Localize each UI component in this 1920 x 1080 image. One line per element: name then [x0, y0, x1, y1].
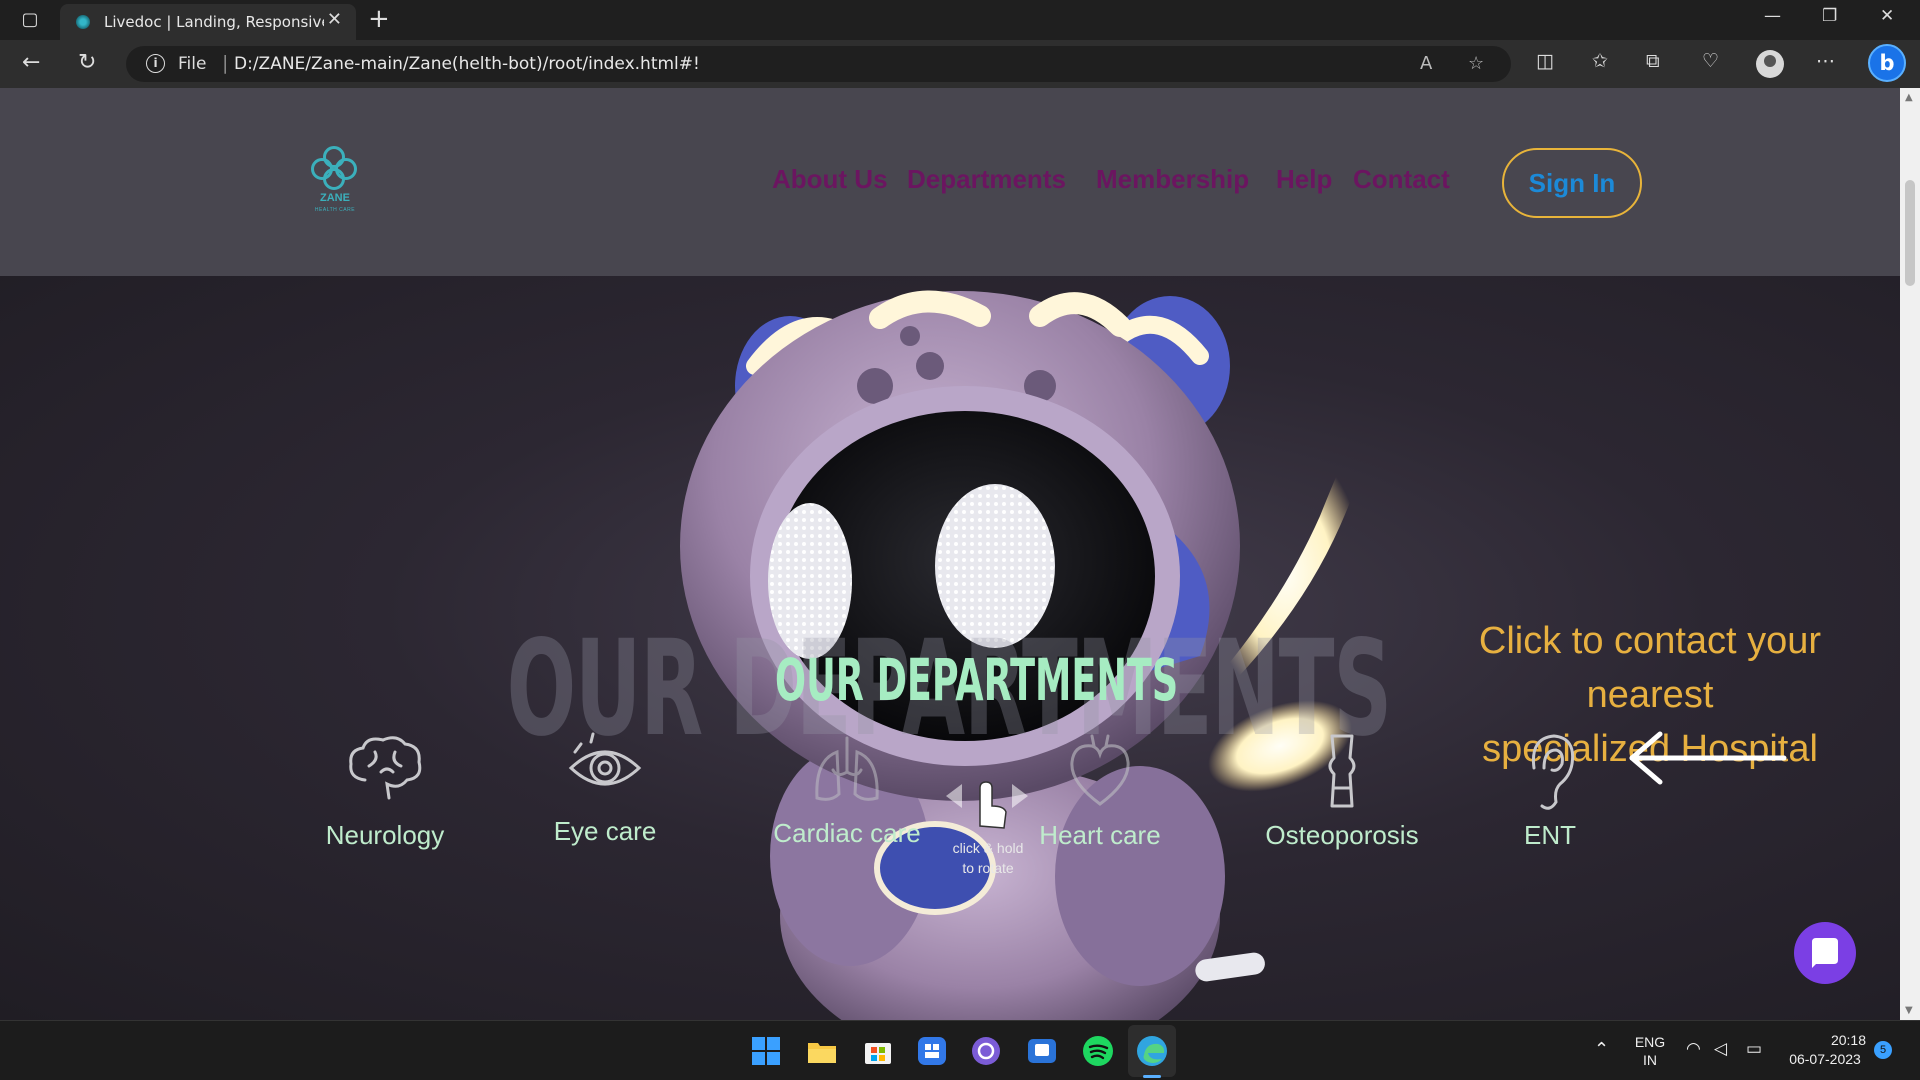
dept-osteoporosis[interactable]: Osteoporosis	[1252, 732, 1432, 851]
new-tab-icon[interactable]: +	[368, 4, 390, 34]
contact-line-1: Click to contact your	[1478, 620, 1822, 662]
nav-contact[interactable]: Contact	[1353, 164, 1450, 195]
departments-title: OUR DEPARTMENTS	[775, 646, 1179, 714]
profile-avatar[interactable]	[1756, 50, 1784, 78]
address-toolbar: ← ↻ i File | D:/ZANE/Zane-main/Zane(helt…	[0, 40, 1920, 88]
scheme-label: File	[178, 54, 207, 74]
collections-icon[interactable]: ⧉	[1646, 50, 1660, 72]
active-app-highlight	[1128, 1025, 1176, 1077]
restore-icon[interactable]: ❐	[1822, 6, 1837, 26]
ear-icon	[1531, 734, 1575, 810]
tab-bar: ▢ Livedoc | Landing, Responsive & ✕ + — …	[0, 0, 1920, 40]
chat-button[interactable]	[1794, 922, 1856, 984]
site-info-icon[interactable]: i	[146, 54, 165, 73]
volume-icon[interactable]: ◁	[1714, 1039, 1727, 1059]
favorites-icon[interactable]: ✩	[1592, 50, 1608, 72]
file-explorer-icon[interactable]	[806, 1035, 838, 1067]
rotate-hint-line-2: to rotate	[962, 860, 1014, 876]
dept-label: Heart care	[1039, 820, 1161, 850]
rotate-hint-line-1: click & hold	[952, 840, 1024, 856]
nav-departments[interactable]: Departments	[907, 164, 1066, 195]
page-scrollbar[interactable]: ▲ ▼	[1900, 88, 1920, 1020]
separator: |	[222, 52, 229, 74]
tab-livedoc[interactable]: Livedoc | Landing, Responsive & ✕	[60, 4, 356, 40]
logo-tagline: HEALTH CARE	[314, 207, 356, 213]
nav-membership[interactable]: Membership	[1096, 164, 1249, 195]
scroll-thumb[interactable]	[1905, 180, 1915, 286]
health-icon[interactable]: ♡	[1702, 50, 1719, 72]
heart-icon	[1070, 734, 1130, 806]
dept-eye-care[interactable]: Eye care	[530, 732, 680, 847]
click-hold-rotate-icon	[946, 781, 1028, 829]
departments-hero: OUR DEPARTMENTS OUR DEPARTMENTS Click to…	[0, 276, 1900, 1020]
nav-help[interactable]: Help	[1276, 164, 1332, 195]
logo-name: ZANE	[320, 192, 350, 204]
date-text: 06-07-2023	[1789, 1051, 1861, 1067]
tab-actions-icon[interactable]: ▢	[16, 8, 44, 32]
tray-overflow-icon[interactable]: ⌃	[1594, 1039, 1609, 1060]
teams-chat-icon[interactable]	[970, 1035, 1002, 1067]
bone-joint-icon	[1328, 734, 1356, 808]
dept-label: Osteoporosis	[1265, 820, 1419, 850]
reload-icon[interactable]: ↻	[78, 50, 96, 75]
minimize-icon[interactable]: —	[1764, 6, 1781, 26]
active-indicator	[1143, 1075, 1161, 1078]
left-arrow-icon	[1629, 731, 1787, 785]
bing-chat-icon[interactable]: b	[1868, 44, 1906, 82]
dept-label: Eye care	[553, 816, 657, 846]
site-header: ZANE HEALTH CARE About Us Departments Me…	[0, 88, 1900, 276]
address-bar[interactable]: i File | D:/ZANE/Zane-main/Zane(helth-bo…	[126, 46, 1511, 82]
cross-logo-icon	[311, 146, 357, 192]
notification-badge[interactable]: 5	[1874, 1041, 1892, 1059]
scroll-down-icon[interactable]: ▼	[1905, 1005, 1913, 1016]
rotate-hint: click & hold to rotate	[940, 838, 1036, 878]
dept-label: Neurology	[325, 820, 445, 850]
lang-text: ENG	[1634, 1034, 1666, 1050]
scroll-up-icon[interactable]: ▲	[1905, 92, 1913, 103]
contact-line-2: nearest	[1586, 674, 1714, 716]
region-text: IN	[1643, 1052, 1657, 1068]
close-window-icon[interactable]: ✕	[1880, 6, 1894, 26]
phone-link-icon[interactable]	[1026, 1035, 1058, 1067]
chat-bubble-icon	[1812, 938, 1838, 968]
battery-icon[interactable]: ▭	[1746, 1039, 1762, 1059]
url-text[interactable]: D:/ZANE/Zane-main/Zane(helth-bot)/root/i…	[234, 54, 700, 74]
dept-label: ENT	[1524, 820, 1576, 850]
dept-label: Cardiac care	[773, 818, 921, 848]
language-indicator[interactable]: ENG IN	[1628, 1033, 1672, 1069]
windows-taskbar: ⌃ ENG IN ◠ ◁ ▭ 20:18 06-07-2023 5	[0, 1020, 1920, 1080]
favorite-star-icon[interactable]: ☆	[1468, 53, 1484, 74]
back-icon[interactable]: ←	[22, 50, 40, 75]
lungs-icon	[815, 736, 879, 801]
tab-title: Livedoc | Landing, Responsive &	[104, 13, 324, 31]
widgets-app-icon[interactable]	[916, 1035, 948, 1067]
split-screen-icon[interactable]: ◫	[1536, 50, 1554, 72]
wifi-icon[interactable]: ◠	[1686, 1039, 1701, 1059]
windows-start-icon[interactable]	[750, 1035, 782, 1067]
microsoft-store-icon[interactable]	[862, 1035, 894, 1067]
sign-in-button[interactable]: Sign In	[1502, 148, 1642, 218]
time-text: 20:18	[1830, 1032, 1866, 1048]
dept-neurology[interactable]: Neurology	[310, 732, 460, 851]
eye-icon	[568, 732, 642, 786]
favicon-icon	[76, 15, 90, 29]
zane-logo[interactable]: ZANE HEALTH CARE	[305, 146, 365, 216]
more-menu-icon[interactable]: ⋯	[1816, 50, 1835, 72]
nav-about-us[interactable]: About Us	[772, 164, 888, 195]
read-aloud-icon[interactable]: A	[1420, 53, 1432, 74]
dept-cardiac-care[interactable]: Cardiac care	[752, 732, 942, 849]
clock[interactable]: 20:18 06-07-2023	[1784, 1031, 1866, 1069]
dept-ent[interactable]: ENT	[1510, 732, 1590, 851]
spotify-icon[interactable]	[1082, 1035, 1114, 1067]
close-tab-icon[interactable]: ✕	[327, 9, 342, 30]
page-viewport: ZANE HEALTH CARE About Us Departments Me…	[0, 88, 1900, 1020]
brain-icon	[349, 736, 422, 800]
dept-heart-care[interactable]: Heart care	[1015, 732, 1185, 851]
